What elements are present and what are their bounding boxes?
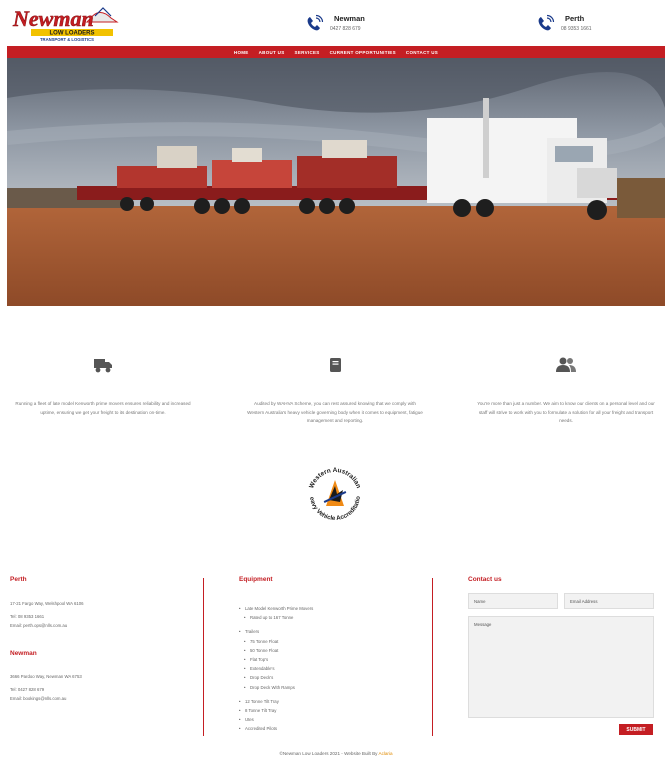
- users-icon: [556, 357, 576, 372]
- main-nav: HOME ABOUT US SERVICES CURRENT OPPORTUNI…: [7, 46, 665, 58]
- equipment-list: Late Model Kenworth Prime MoversRated up…: [239, 604, 429, 734]
- equipment-item: Flat Top's: [239, 655, 429, 664]
- phone-icon: [307, 14, 324, 31]
- equipment-item: Trailers: [239, 627, 429, 636]
- perth-title: Perth: [10, 576, 27, 583]
- email-field[interactable]: Email Address: [564, 593, 654, 609]
- contact-title: Contact us: [468, 576, 502, 583]
- logo-graphic: Newman LOW LOADERS TRANSPORT & LOGISTICS: [12, 6, 119, 42]
- truck-icon: [94, 359, 112, 373]
- newman-email[interactable]: Email: bookings@nlls.com.au: [10, 694, 200, 703]
- perth-tel[interactable]: Tel: 08 9353 1661: [10, 612, 200, 621]
- logo-wordmark: Newman: [12, 6, 94, 31]
- contact-phone[interactable]: 0427 828 679: [330, 24, 365, 34]
- footer-contact: Contact us: [468, 576, 658, 583]
- site-header: Newman LOW LOADERS TRANSPORT & LOGISTICS…: [7, 0, 665, 46]
- equipment-item: 12 Tonne Tilt Tray: [239, 697, 429, 706]
- equipment-item: Extendable's: [239, 664, 429, 673]
- message-field[interactable]: Message: [468, 616, 654, 718]
- book-icon: [330, 358, 341, 372]
- newman-contact[interactable]: Newman 0427 828 679: [304, 10, 365, 38]
- newman-tel[interactable]: Tel: 0427 828 679: [10, 685, 200, 694]
- credit-link[interactable]: Aclaria: [379, 751, 393, 756]
- page: Newman LOW LOADERS TRANSPORT & LOGISTICS…: [7, 0, 665, 771]
- equipment-item: 8 Tonne Tilt Tray: [239, 706, 429, 715]
- feature-clients: You're more than just a number. We aim t…: [476, 356, 656, 426]
- nav-home[interactable]: HOME: [234, 50, 249, 55]
- feature-text: You're more than just a number. We aim t…: [477, 401, 655, 423]
- column-divider: [203, 578, 204, 736]
- equipment-item: Utes: [239, 715, 429, 724]
- feature-text: Audited by WAHVA Scheme, you can rest as…: [247, 401, 423, 423]
- nav-about-us[interactable]: ABOUT US: [259, 50, 285, 55]
- contact-name: Newman: [334, 14, 365, 23]
- nav-contact-us[interactable]: CONTACT US: [406, 50, 438, 55]
- feature-text: Running a fleet of late model Kenworth p…: [15, 401, 191, 415]
- newman-title: Newman: [10, 650, 37, 657]
- equipment-item: Accredited Pilots: [239, 724, 429, 733]
- contact-phone[interactable]: 08 9353 1661: [561, 24, 592, 34]
- feature-fleet: Running a fleet of late model Kenworth p…: [13, 356, 193, 417]
- equipment-item: Drop Deck With Ramps: [239, 683, 429, 692]
- newman-address: 3666 Pardoo Way, Newman WA 6753: [10, 674, 82, 679]
- footer-equipment: Equipment Late Model Kenworth Prime Move…: [239, 576, 429, 734]
- site-logo[interactable]: Newman LOW LOADERS TRANSPORT & LOGISTICS: [11, 4, 119, 44]
- feature-accreditation: Audited by WAHVA Scheme, you can rest as…: [245, 356, 425, 426]
- contact-name: Perth: [565, 14, 585, 23]
- equipment-item: Drop Deck's: [239, 673, 429, 682]
- hero-image: [7, 58, 665, 306]
- equipment-title: Equipment: [239, 576, 273, 583]
- name-field[interactable]: Name: [468, 593, 558, 609]
- footer-locations: Perth 17-21 Fargo Way, Welshpool WA 6106…: [10, 576, 200, 703]
- column-divider: [432, 578, 433, 736]
- logo-subtext: LOW LOADERS: [50, 31, 95, 37]
- phone-icon: [538, 14, 555, 31]
- logo-tagline: TRANSPORT & LOGISTICS: [40, 37, 94, 42]
- perth-email[interactable]: Email: perth.ops@nlls.com.au: [10, 621, 200, 630]
- nav-services[interactable]: SERVICES: [295, 50, 320, 55]
- perth-address: 17-21 Fargo Way, Welshpool WA 6106: [10, 601, 84, 606]
- accreditation-badge: Western Australian Heavy Vehicle Accredi…: [298, 455, 370, 530]
- nav-current-opportunities[interactable]: CURRENT OPPORTUNITIES: [330, 50, 396, 55]
- copyright: ©Newman Low Loaders 2021 - Website Built…: [7, 751, 665, 756]
- copyright-text: ©Newman Low Loaders 2021 - Website Built…: [279, 751, 379, 756]
- equipment-item: Rated up to 167 Tonne: [239, 613, 429, 622]
- equipment-item: 50 Tonne Float: [239, 646, 429, 655]
- equipment-item: Late Model Kenworth Prime Movers: [239, 604, 429, 613]
- submit-button[interactable]: SUBMIT: [619, 724, 653, 735]
- perth-contact[interactable]: Perth 08 9353 1661: [535, 10, 592, 38]
- equipment-item: 75 Tonne Float: [239, 637, 429, 646]
